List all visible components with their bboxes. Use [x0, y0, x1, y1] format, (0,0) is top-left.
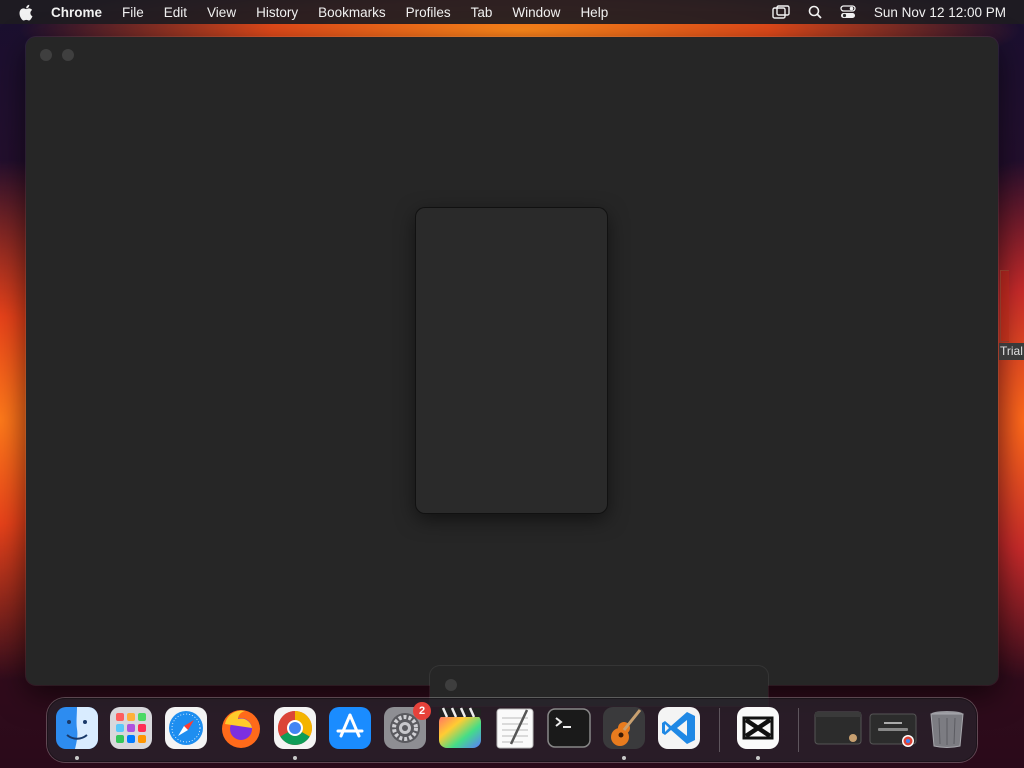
- blank-popup-panel: [416, 208, 607, 513]
- dock-separator: [719, 708, 720, 752]
- menu-help[interactable]: Help: [580, 5, 608, 20]
- notification-badge: 2: [413, 702, 431, 720]
- menu-file[interactable]: File: [122, 5, 144, 20]
- system-settings-icon[interactable]: 2: [383, 702, 431, 750]
- minimize-window-button[interactable]: [62, 49, 74, 61]
- chrome-window: [26, 37, 998, 685]
- window-controls: [40, 49, 74, 61]
- spotlight-search-icon[interactable]: [808, 5, 822, 19]
- menu-clock[interactable]: Sun Nov 12 12:00 PM: [874, 5, 1006, 20]
- dock-separator: [798, 708, 799, 752]
- minimized-window-icon[interactable]: [813, 706, 863, 750]
- app-store-icon[interactable]: [328, 706, 372, 750]
- offscreen-window-edge[interactable]: [1000, 270, 1009, 342]
- textedit-icon[interactable]: [493, 706, 537, 750]
- running-indicator: [75, 756, 79, 760]
- chrome-window-thumbnail-icon[interactable]: [868, 706, 918, 750]
- apple-menu-icon[interactable]: [18, 4, 33, 21]
- finder-icon[interactable]: [55, 706, 99, 750]
- garageband-icon[interactable]: [602, 706, 646, 750]
- menu-app-name[interactable]: Chrome: [51, 5, 102, 20]
- menu-history[interactable]: History: [256, 5, 298, 20]
- control-center-icon[interactable]: [840, 5, 856, 19]
- offscreen-window-label: Trial: [999, 343, 1024, 360]
- menu-bookmarks[interactable]: Bookmarks: [318, 5, 386, 20]
- menu-tab[interactable]: Tab: [471, 5, 493, 20]
- menu-window[interactable]: Window: [512, 5, 560, 20]
- menu-edit[interactable]: Edit: [164, 5, 187, 20]
- final-cut-icon[interactable]: [438, 706, 482, 750]
- terminal-icon[interactable]: [547, 706, 591, 750]
- safari-icon[interactable]: [164, 706, 208, 750]
- screen-mirroring-icon[interactable]: [772, 5, 790, 19]
- window-control-dot[interactable]: [445, 679, 457, 691]
- launchpad-icon[interactable]: [109, 706, 153, 750]
- menu-bar: Chrome File Edit View History Bookmarks …: [0, 0, 1024, 24]
- trash-icon[interactable]: [925, 706, 969, 750]
- running-indicator: [293, 756, 297, 760]
- close-window-button[interactable]: [40, 49, 52, 61]
- firefox-icon[interactable]: [219, 706, 263, 750]
- chrome-icon[interactable]: [273, 706, 317, 750]
- menu-view[interactable]: View: [207, 5, 236, 20]
- running-indicator: [756, 756, 760, 760]
- menu-profiles[interactable]: Profiles: [406, 5, 451, 20]
- running-indicator: [622, 756, 626, 760]
- dock: 2: [47, 698, 977, 762]
- capcut-icon[interactable]: [736, 706, 780, 750]
- vscode-icon[interactable]: [657, 706, 701, 750]
